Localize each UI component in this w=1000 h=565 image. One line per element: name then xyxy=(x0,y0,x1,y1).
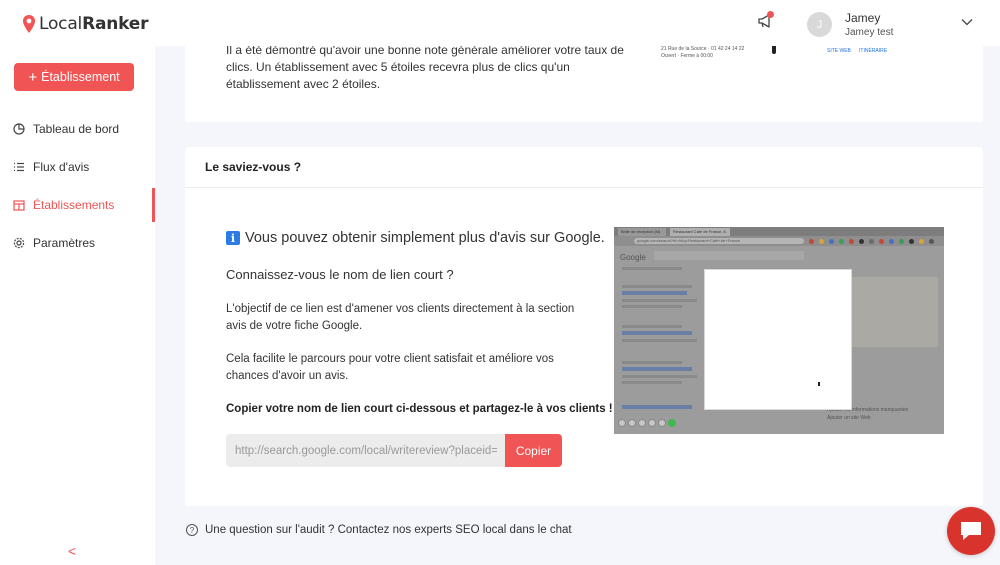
chevron-left-icon: < xyxy=(68,543,77,559)
preview-control-circle xyxy=(638,419,646,427)
sidebar-item-establishments[interactable]: Établissements xyxy=(0,186,155,224)
extension-icon xyxy=(869,239,874,244)
rating-info-text: Il a été démontré qu'avoir une bonne not… xyxy=(226,46,624,91)
paragraph-objective: L'objectif de ce lien est d'amener vos c… xyxy=(226,303,575,332)
gear-icon xyxy=(13,237,25,249)
preview-tab: Brille de réception (M) · alexm xyxy=(618,228,666,239)
sidebar: LocalRanker + Établissement Tableau de b… xyxy=(0,0,155,565)
extension-icon xyxy=(829,239,834,244)
chevron-down-icon[interactable] xyxy=(961,16,973,28)
sidebar-nav: Tableau de bord Flux d'avis Établissemen… xyxy=(0,110,155,262)
top-header: J Jamey Jamey test xyxy=(155,0,1000,46)
avatar-initial: J xyxy=(816,18,823,31)
short-link-question: Connaissez-vous le nom de lien court ? xyxy=(226,267,454,282)
list-icon xyxy=(13,161,25,173)
sidebar-item-label: Paramètres xyxy=(33,236,96,250)
app-logo[interactable]: LocalRanker xyxy=(22,14,148,34)
sidebar-item-settings[interactable]: Paramètres xyxy=(0,224,155,262)
sidebar-item-dashboard[interactable]: Tableau de bord xyxy=(0,110,155,148)
chat-bubble-icon xyxy=(961,522,981,540)
did-you-know-card: Le saviez-vous ? i Vous pouvez obtenir s… xyxy=(185,147,983,506)
thumb-website: SITE WEB xyxy=(827,48,851,54)
sidebar-item-label: Flux d'avis xyxy=(33,160,90,174)
location-pin-icon xyxy=(23,15,35,33)
question-icon: ? xyxy=(186,524,198,536)
card-header: Le saviez-vous ? xyxy=(185,147,983,188)
help-line: ? Une question sur l'audit ? Contactez n… xyxy=(186,524,572,536)
preview-modal xyxy=(704,269,852,410)
store-icon xyxy=(13,199,25,211)
add-establishment-button[interactable]: + Établissement xyxy=(14,63,134,91)
google-search-preview-image: Brille de réception (M) · alexm Restaura… xyxy=(614,227,944,434)
extension-icon xyxy=(839,239,844,244)
preview-text-line xyxy=(622,375,697,378)
info-icon: i xyxy=(226,231,240,245)
preview-browser-tabs: Brille de réception (M) · alexm Restaura… xyxy=(614,227,944,239)
extension-icon xyxy=(849,239,854,244)
thumb-hours: Ouvert · Ferme à 00:00 xyxy=(661,53,713,59)
thumb-address: 21 Rue de la Source · 01 42 24 14 22 xyxy=(661,46,745,52)
preview-tab: Restaurant Café de France, 8 · xyxy=(670,228,730,239)
preview-control-circle xyxy=(628,419,636,427)
user-name[interactable]: Jamey xyxy=(845,11,880,25)
extension-icon xyxy=(889,239,894,244)
preview-url: google.com/search?hl=fr&q=Restaurant+Caf… xyxy=(634,238,804,244)
thumb-directions: ITINÉRAIRE xyxy=(859,48,888,54)
avatar[interactable]: J xyxy=(807,12,832,37)
preview-google-logo: Google xyxy=(620,253,646,262)
preview-control-circle xyxy=(658,419,666,427)
chat-button[interactable] xyxy=(947,507,995,555)
cursor-icon xyxy=(818,382,820,386)
preview-result-link xyxy=(622,291,687,295)
preview-bottom-controls xyxy=(618,419,676,427)
preview-address-bar: google.com/search?hl=fr&q=Restaurant+Caf… xyxy=(614,236,944,246)
preview-result-link xyxy=(622,405,692,409)
preview-right-text: Ajouter un site Web xyxy=(827,415,871,421)
preview-result-link xyxy=(622,331,692,335)
preview-search-box xyxy=(654,251,804,260)
collapse-sidebar-button[interactable]: < xyxy=(68,543,76,559)
extension-icon xyxy=(929,239,934,244)
review-link-field[interactable] xyxy=(226,434,506,467)
preview-text-line xyxy=(622,267,682,270)
rating-info-card: Il a été démontré qu'avoir une bonne not… xyxy=(185,46,983,122)
preview-text-line xyxy=(622,339,697,342)
google-listing-thumbnail: 21 Rue de la Source · 01 42 24 14 22 Ouv… xyxy=(659,46,909,66)
info-title-text: Vous pouvez obtenir simplement plus d'av… xyxy=(245,230,605,246)
extension-icon xyxy=(809,239,814,244)
info-title: i Vous pouvez obtenir simplement plus d'… xyxy=(226,230,605,246)
preview-text-line xyxy=(622,285,692,288)
check-icon xyxy=(668,419,676,427)
sidebar-item-label: Tableau de bord xyxy=(33,122,120,136)
add-establishment-label: Établissement xyxy=(41,70,120,84)
notification-badge xyxy=(767,11,774,18)
map-pin-icon xyxy=(772,46,776,54)
preview-control-circle xyxy=(648,419,656,427)
preview-text-line xyxy=(622,299,697,302)
extension-icon xyxy=(859,239,864,244)
extension-icon xyxy=(919,239,924,244)
preview-control-circle xyxy=(618,419,626,427)
copy-instruction: Copier votre nom de lien court ci-dessou… xyxy=(226,403,613,415)
extension-icon xyxy=(909,239,914,244)
preview-text-line xyxy=(622,325,682,328)
help-text: Une question sur l'audit ? Contactez nos… xyxy=(205,524,572,536)
preview-map xyxy=(852,277,938,347)
preview-text-line xyxy=(622,361,682,364)
plus-icon: + xyxy=(28,68,38,86)
preview-text-line xyxy=(622,305,682,308)
preview-text-line xyxy=(622,381,682,384)
copy-button[interactable]: Copier xyxy=(505,434,562,467)
pie-chart-icon xyxy=(13,123,25,135)
sidebar-item-reviews-feed[interactable]: Flux d'avis xyxy=(0,148,155,186)
paragraph-benefit: Cela facilite le parcours pour votre cli… xyxy=(226,353,554,382)
user-subtitle: Jamey test xyxy=(845,27,894,38)
sidebar-item-label: Établissements xyxy=(33,198,115,212)
extension-icon xyxy=(879,239,884,244)
logo-text: LocalRanker xyxy=(39,14,149,34)
extension-icon xyxy=(819,239,824,244)
extension-icon xyxy=(899,239,904,244)
preview-result-link xyxy=(622,367,692,371)
